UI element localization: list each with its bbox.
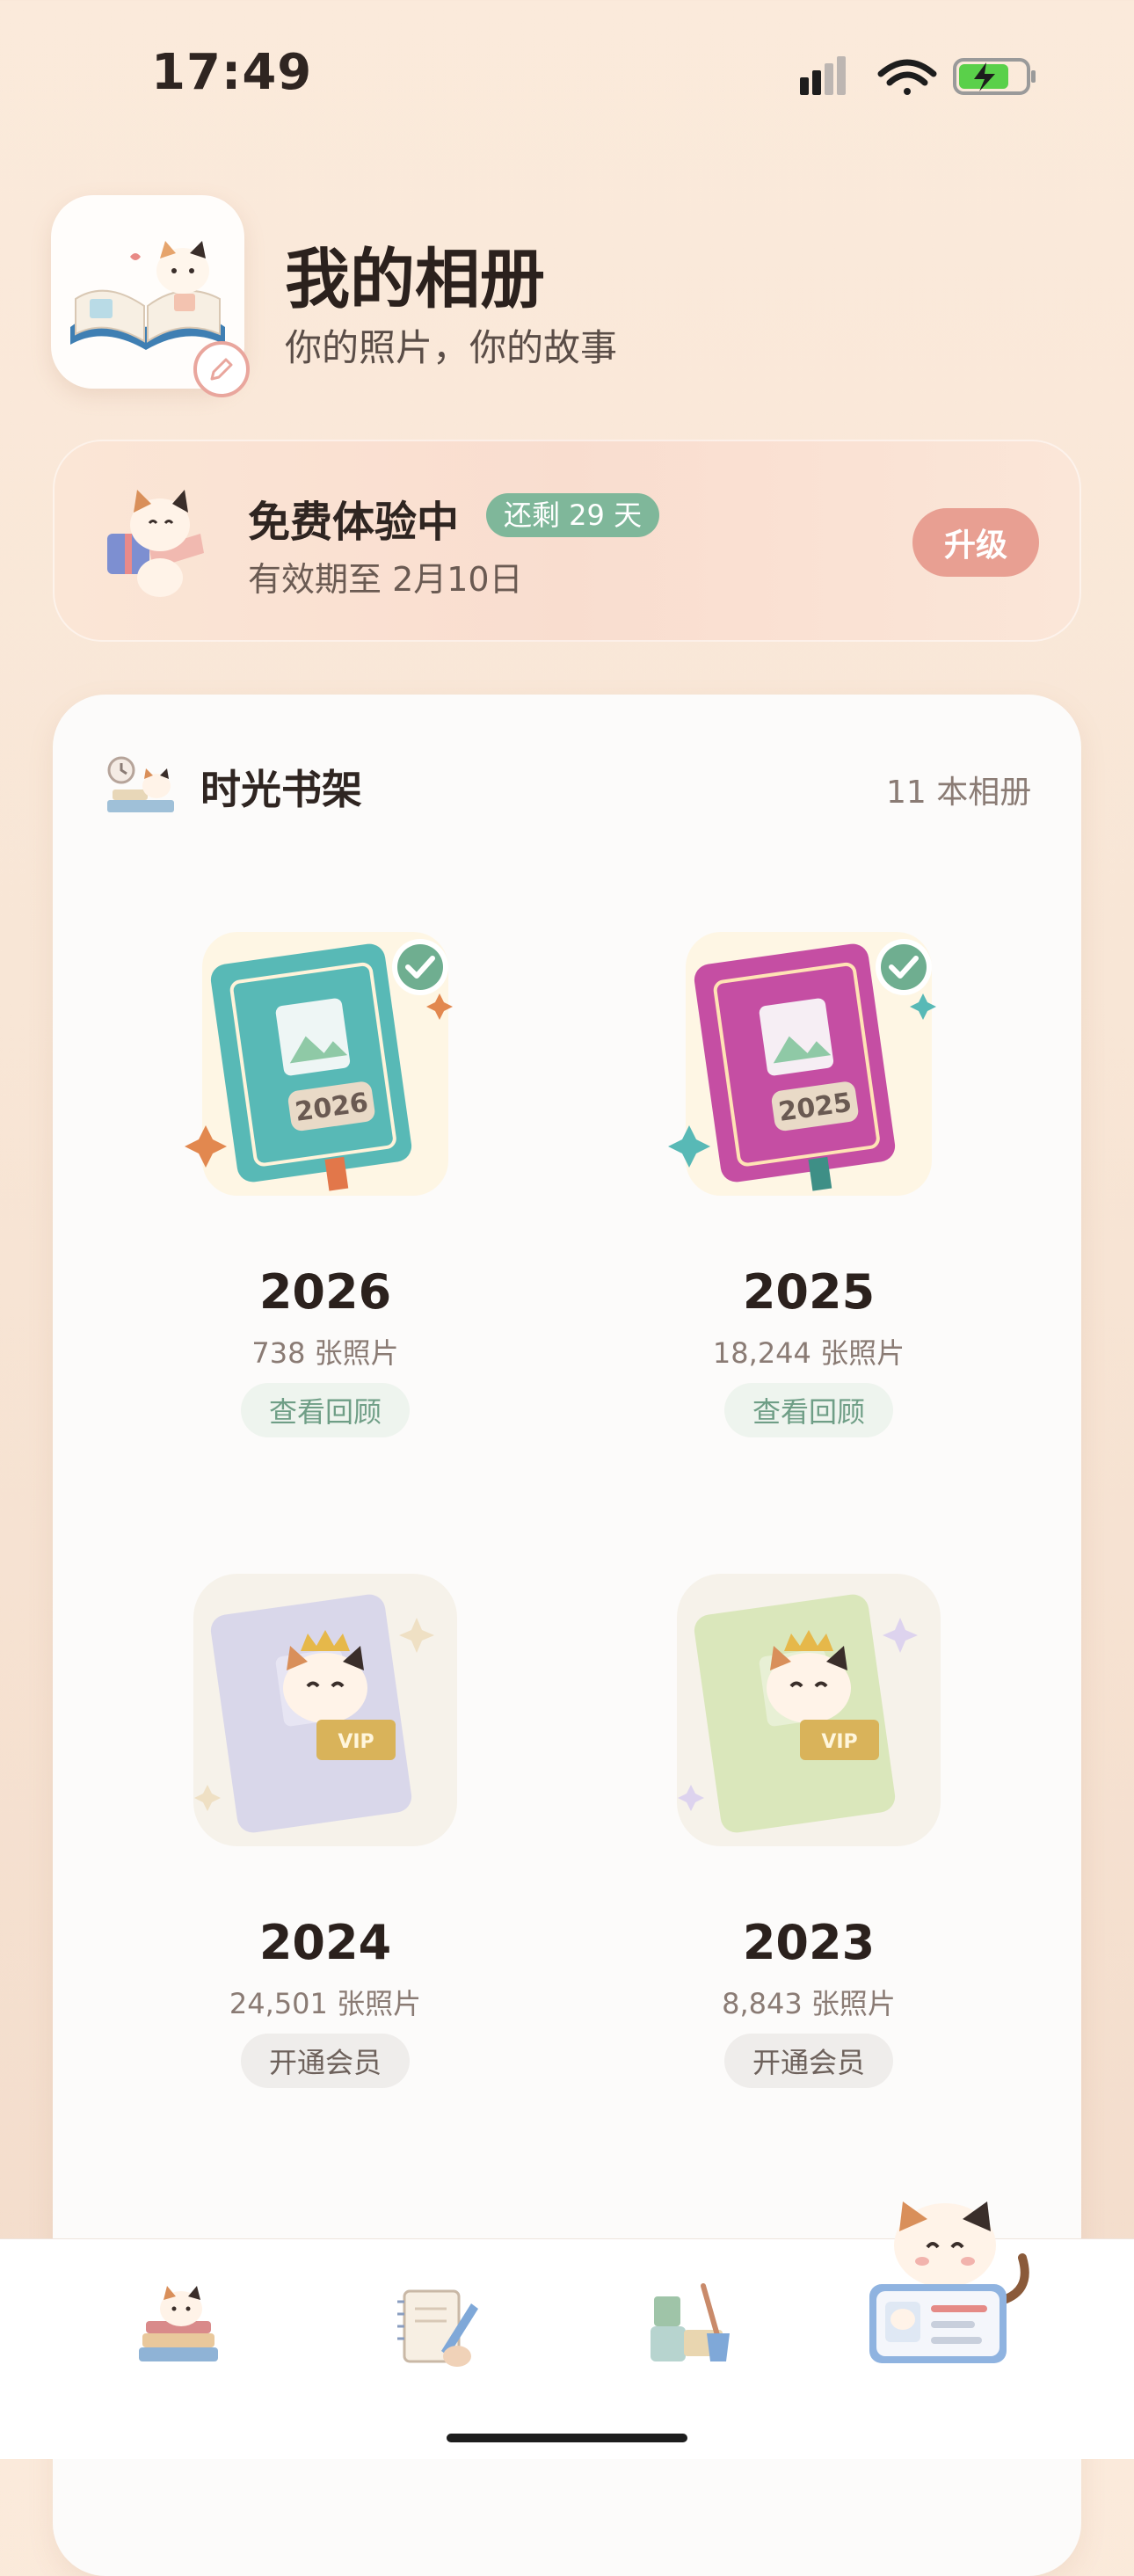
locked-book-cover-icon: VIP [677, 1574, 941, 1846]
pencil-icon [210, 358, 233, 381]
upgrade-button[interactable]: 升级 [912, 508, 1039, 577]
home-indicator [447, 2434, 687, 2442]
remaining-days-badge: 还剩 29 天 [486, 493, 660, 537]
cleaning-icon[interactable] [642, 2277, 738, 2374]
album-year: 2024 [258, 1915, 392, 1970]
locked-book-cover-icon: VIP [193, 1574, 457, 1846]
album-card-2023[interactable]: VIP [668, 1565, 949, 1867]
become-member-button[interactable]: 开通会员 [724, 2034, 893, 2088]
album-photo-count: 738 张照片 [251, 1336, 399, 1370]
album-photo-count: 18,244 张照片 [712, 1336, 905, 1370]
view-review-button[interactable]: 查看回顾 [724, 1383, 893, 1437]
cellular-signal-icon [800, 56, 846, 95]
cat-id-card-icon[interactable] [866, 2196, 1042, 2372]
view-review-button[interactable]: 查看回顾 [241, 1383, 410, 1437]
notebook-icon[interactable] [387, 2277, 483, 2374]
shelf-title: 时光书架 [200, 766, 362, 813]
svg-text:VIP: VIP [338, 1731, 374, 1753]
completed-check-icon [392, 939, 448, 995]
status-icons [800, 56, 1036, 95]
album-photo-count: 24,501 张照片 [229, 1987, 422, 2020]
page-title: 我的相册 [285, 242, 545, 317]
book-cover-icon: 2025 [668, 932, 936, 1196]
album-year: 2023 [742, 1915, 876, 1970]
status-time: 17:49 [151, 44, 313, 101]
edit-avatar-button[interactable] [193, 341, 250, 397]
trial-expiry: 有效期至 2月10日 [248, 560, 523, 599]
completed-check-icon [876, 939, 932, 995]
album-card-2026[interactable]: 2026 [185, 914, 466, 1217]
album-year: 2025 [742, 1264, 876, 1320]
album-photo-count: 8,843 张照片 [722, 1987, 896, 2020]
page-subtitle: 你的照片，你的故事 [285, 326, 618, 369]
become-member-button[interactable]: 开通会员 [241, 2034, 410, 2088]
cat-gift-icon [107, 490, 204, 597]
album-count: 11 本相册 [886, 775, 1032, 811]
svg-text:VIP: VIP [821, 1731, 857, 1753]
album-year: 2026 [258, 1264, 392, 1320]
cat-clock-books-icon [107, 756, 174, 812]
cat-books-icon[interactable] [130, 2277, 227, 2374]
battery-icon [953, 58, 1036, 95]
album-card-2024[interactable]: VIP [185, 1565, 466, 1867]
trial-title: 免费体验中 [248, 498, 460, 547]
wifi-icon [877, 59, 937, 95]
book-cover-icon: 2026 [185, 932, 453, 1196]
album-card-2025[interactable]: 2025 [668, 914, 949, 1217]
